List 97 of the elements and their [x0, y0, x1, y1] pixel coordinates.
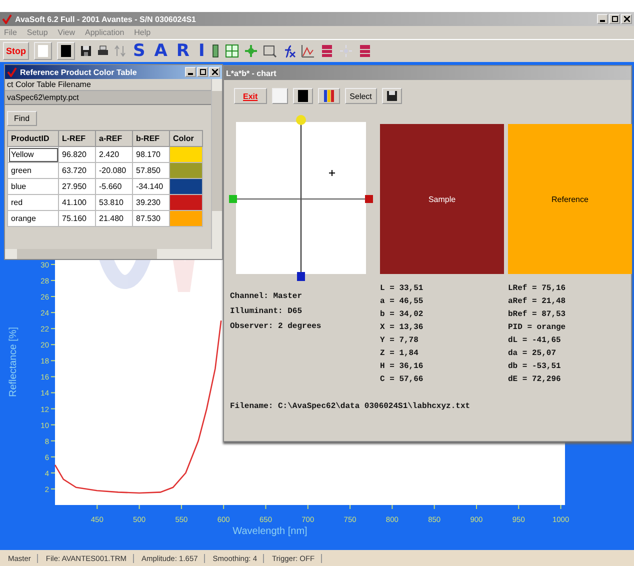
column-header: b-REF: [132, 130, 170, 146]
table-cell: 41.100: [58, 194, 96, 210]
maximize-button[interactable]: [609, 14, 620, 24]
table-cell: 96.820: [58, 146, 96, 162]
table-cell: orange: [8, 210, 58, 226]
save-button[interactable]: [382, 88, 402, 104]
y-axis-label: Reflectance [%]: [8, 326, 19, 398]
bar-icon[interactable]: [212, 44, 220, 58]
menu-item[interactable]: Setup: [26, 28, 48, 37]
table-cell: 53.810: [96, 194, 132, 210]
save-icon[interactable]: [80, 45, 92, 57]
table-cell: 63.720: [58, 162, 96, 178]
stop-button[interactable]: Stop: [3, 42, 29, 60]
mode-button[interactable]: R: [174, 42, 192, 60]
check-icon: [2, 14, 12, 24]
sample-point-icon: [328, 170, 336, 176]
column-header: Color: [170, 130, 202, 146]
window-title: L*a*b* - chart: [226, 68, 276, 78]
sample-value: C = 57,66: [380, 375, 424, 384]
table-cell: 21.480: [96, 210, 132, 226]
exit-button[interactable]: Exit: [234, 88, 267, 104]
info-text: Channel: Master: [230, 292, 304, 301]
mode-button[interactable]: I: [196, 42, 207, 60]
column-header: L-REF: [58, 130, 96, 146]
minimize-button[interactable]: [185, 67, 196, 77]
bottom-axis-marker-icon: [297, 272, 305, 281]
top-axis-marker-icon: [296, 115, 306, 125]
sample-value: L = 33,51: [380, 284, 424, 293]
save-icon: [386, 91, 397, 101]
blank-button[interactable]: [272, 88, 288, 104]
reference-value: dL = -41,65: [508, 336, 562, 345]
table-cell: -20.080: [96, 162, 132, 178]
table-cell: 2.420: [96, 146, 132, 162]
filled-square-button[interactable]: [57, 42, 75, 60]
column-header: ProductID: [8, 130, 58, 146]
find-button[interactable]: Find: [7, 111, 37, 126]
close-button[interactable]: [621, 14, 632, 24]
zoom-box-icon[interactable]: [262, 44, 277, 58]
minimize-button[interactable]: [597, 14, 608, 24]
blank-page-button[interactable]: [34, 42, 52, 60]
close-icon: [624, 16, 630, 22]
reference-value: aRef = 21,48: [508, 297, 567, 306]
palette-button[interactable]: [318, 88, 340, 104]
close-button[interactable]: [209, 67, 220, 77]
reference-value: LRef = 75,16: [508, 284, 567, 293]
table-cell: green: [8, 162, 58, 178]
reference-value: da = 25,07: [508, 349, 558, 358]
maximize-icon: [612, 16, 618, 22]
x-axis-label: Wavelength [nm]: [232, 526, 308, 537]
menu-item[interactable]: File: [4, 28, 17, 37]
table-cell: 75.160: [58, 210, 96, 226]
menu-item[interactable]: Help: [134, 28, 151, 37]
table-cell: blue: [8, 178, 58, 194]
left-axis-marker-icon: [229, 195, 237, 203]
maximize-button[interactable]: [197, 67, 208, 77]
patch-label: Reference: [552, 194, 588, 204]
close-icon: [212, 69, 218, 75]
grid-icon[interactable]: [224, 44, 239, 58]
window-title: AvaSoft 6.2 Full - 2001 Avantes - S/N 0306024S1: [15, 14, 196, 24]
horizontal-scrollbar[interactable]: [5, 249, 222, 259]
select-button[interactable]: Select: [344, 88, 377, 104]
print-icon[interactable]: [97, 45, 109, 57]
reference-value: bRef = 87,53: [508, 310, 567, 319]
info-text: Observer: 2 degrees: [230, 322, 322, 331]
table-cell: Yellow: [8, 146, 58, 162]
table-cell: 27.950: [58, 178, 96, 194]
filename-label: ct Color Table Filename: [5, 79, 211, 91]
sample-value: Y = 7,78: [380, 336, 420, 345]
menu-item[interactable]: Application: [85, 28, 124, 37]
color-bars-icon: [322, 90, 335, 102]
sample-value: b = 34,02: [380, 310, 424, 319]
sample-value: X = 13,36: [380, 323, 424, 332]
window-title: Reference Product Color Table: [20, 68, 137, 76]
mode-button[interactable]: A: [152, 42, 170, 60]
menu-item[interactable]: View: [58, 28, 75, 37]
stack-icon[interactable]: [358, 44, 372, 58]
vertical-scrollbar[interactable]: [211, 79, 222, 249]
filled-square-button[interactable]: [292, 88, 313, 104]
sample-value: H = 36,16: [380, 362, 424, 371]
stack-icon[interactable]: [320, 44, 334, 58]
sample-value: a = 46,55: [380, 297, 424, 306]
column-header: a-REF: [96, 130, 132, 146]
table-cell: red: [8, 194, 58, 210]
sample-value: Z = 1,84: [380, 349, 420, 358]
filename-text: Filename: C:\AvaSpec62\data 0306024S1\labhcxyz.txt: [230, 402, 472, 411]
patch-label: Sample: [428, 194, 456, 204]
table-cell: -5.660: [96, 178, 132, 194]
mode-button[interactable]: S: [131, 42, 148, 60]
check-icon: [7, 67, 17, 77]
reference-value: dE = 72,296: [508, 375, 562, 384]
chart-icon[interactable]: [300, 44, 315, 58]
info-text: Illuminant: D65: [230, 307, 304, 316]
right-axis-marker-icon: [365, 195, 373, 203]
reference-value: db = -53,51: [508, 362, 562, 371]
maximize-icon: [200, 69, 206, 75]
filename-field[interactable]: vaSpec62\empty.pct: [5, 91, 211, 105]
reference-value: PID = orange: [508, 323, 567, 332]
